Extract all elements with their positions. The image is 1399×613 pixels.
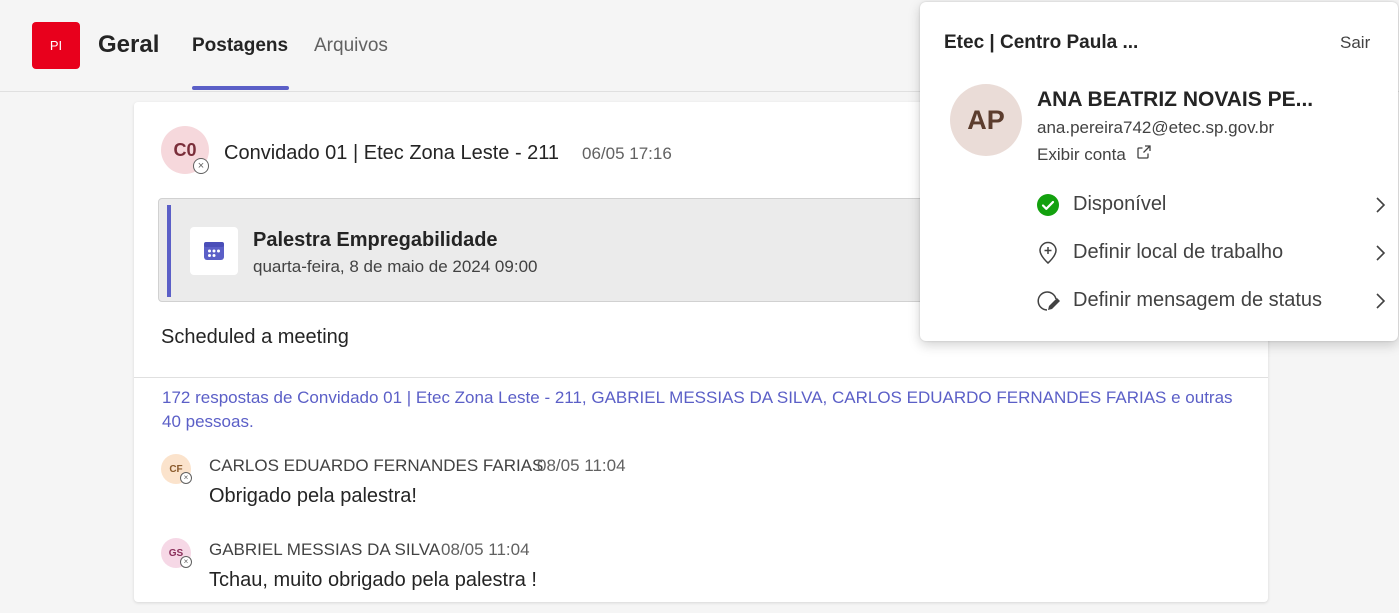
chevron-right-icon xyxy=(1376,245,1386,261)
status-message-menu-item[interactable]: Definir mensagem de status xyxy=(1030,281,1392,321)
channel-name: Geral xyxy=(98,31,160,58)
calendar-icon xyxy=(190,227,238,275)
offline-status-icon: × xyxy=(180,556,192,568)
post-author[interactable]: Convidado 01 | Etec Zona Leste - 211 xyxy=(224,142,559,165)
work-location-menu-item[interactable]: Definir local de trabalho xyxy=(1030,233,1392,273)
meeting-title: Palestra Empregabilidade xyxy=(253,229,498,251)
location-pin-icon xyxy=(1039,241,1057,264)
user-email: ana.pereira742@etec.sp.gov.br xyxy=(1037,118,1275,137)
chevron-right-icon xyxy=(1376,293,1386,309)
view-account-label: Exibir conta xyxy=(1037,145,1126,164)
reply-timestamp: 08/05 11:04 xyxy=(537,456,626,475)
profile-avatar[interactable]: AP xyxy=(950,84,1022,156)
reply-text: Obrigado pela palestra! xyxy=(209,485,417,507)
edit-status-icon xyxy=(1037,291,1060,311)
view-account-link[interactable]: Exibir conta xyxy=(1037,145,1151,165)
tab-arquivos[interactable]: Arquivos xyxy=(314,35,388,57)
reply-timestamp: 08/05 11:04 xyxy=(441,540,530,559)
available-status-icon xyxy=(1037,194,1059,216)
external-link-icon xyxy=(1136,145,1151,159)
availability-menu-item[interactable]: Disponível xyxy=(1030,185,1392,225)
work-location-label: Definir local de trabalho xyxy=(1073,241,1284,263)
post-timestamp: 06/05 17:16 xyxy=(582,144,672,163)
active-tab-indicator xyxy=(192,86,289,90)
tab-postagens[interactable]: Postagens xyxy=(192,35,288,57)
availability-label: Disponível xyxy=(1073,193,1167,215)
profile-flyout: Etec | Centro Paula ... Sair AP ANA BEAT… xyxy=(920,2,1398,341)
divider xyxy=(134,377,1268,378)
meeting-date: quarta-feira, 8 de maio de 2024 09:00 xyxy=(253,257,538,276)
signout-button[interactable]: Sair xyxy=(1340,33,1370,53)
team-avatar[interactable]: PI xyxy=(32,22,80,69)
status-message-label: Definir mensagem de status xyxy=(1073,289,1323,311)
user-name: ANA BEATRIZ NOVAIS PE... xyxy=(1037,88,1314,111)
meeting-card-accent xyxy=(167,205,171,297)
post-message: Scheduled a meeting xyxy=(161,326,349,348)
offline-status-icon: × xyxy=(180,472,192,484)
replies-summary-link[interactable]: 172 respostas de Convidado 01 | Etec Zon… xyxy=(162,386,1252,434)
chevron-right-icon xyxy=(1376,197,1386,213)
reply-author[interactable]: CARLOS EDUARDO FERNANDES FARIAS xyxy=(209,456,543,476)
organization-name: Etec | Centro Paula ... xyxy=(944,32,1139,53)
offline-status-icon: × xyxy=(193,158,209,174)
reply-author[interactable]: GABRIEL MESSIAS DA SILVA xyxy=(209,540,440,560)
reply-text: Tchau, muito obrigado pela palestra ! xyxy=(209,569,537,591)
